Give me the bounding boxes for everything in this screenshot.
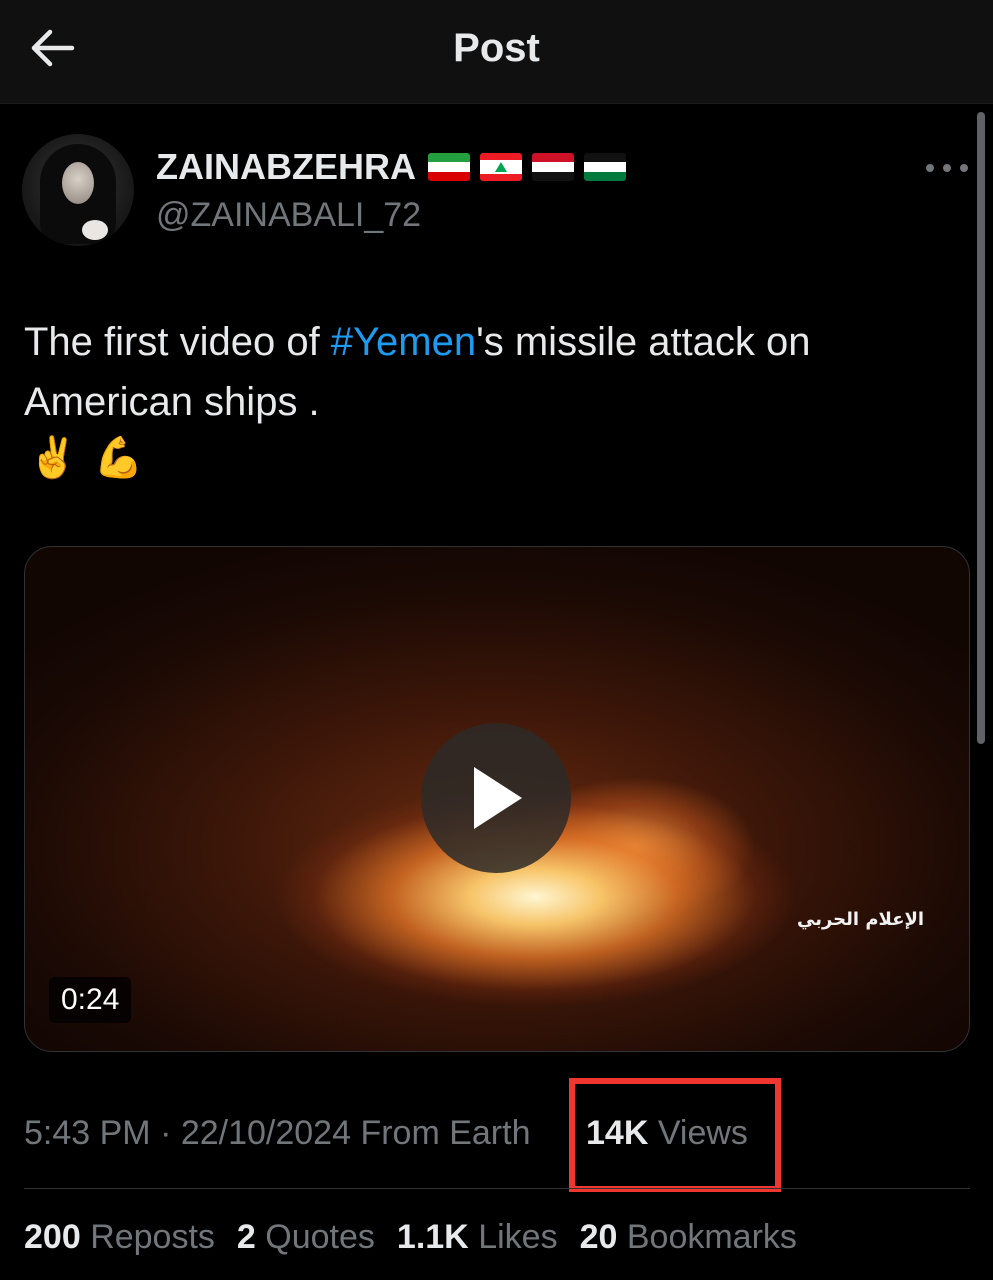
- page-title: Post: [453, 26, 540, 70]
- post-timestamp[interactable]: 5:43 PM · 22/10/2024 From Earth: [24, 1114, 530, 1153]
- more-dots-icon: [926, 164, 934, 172]
- engagement-stats: 200 Reposts 2 Quotes 1.1K Likes 20 Bookm…: [24, 1218, 797, 1257]
- video-player[interactable]: الإعلام الحربي 0:24: [24, 546, 970, 1052]
- highlight-annotation-box: [569, 1078, 781, 1192]
- post-emojis: ✌️ 💪: [28, 428, 144, 488]
- scrollbar[interactable]: [977, 112, 985, 744]
- palestine-flag-icon: [583, 153, 626, 181]
- author-name-text: ZAINABZEHRA: [156, 146, 416, 187]
- hashtag-link[interactable]: #Yemen: [331, 320, 476, 364]
- video-duration: 0:24: [49, 977, 132, 1023]
- reposts-stat[interactable]: 200 Reposts: [24, 1218, 215, 1257]
- yemen-flag-icon: [531, 153, 574, 181]
- video-watermark: الإعلام الحربي: [797, 909, 925, 930]
- author-handle[interactable]: @ZAINABALI_72: [156, 196, 421, 235]
- author-display-name[interactable]: ZAINABZEHRA: [156, 146, 626, 188]
- quotes-stat[interactable]: 2 Quotes: [237, 1218, 375, 1257]
- avatar[interactable]: [22, 134, 134, 246]
- post-text: The first video of #Yemen's missile atta…: [24, 320, 811, 424]
- flexed-biceps-emoji: 💪: [93, 436, 144, 480]
- play-button[interactable]: [421, 723, 571, 873]
- top-bar: Post: [0, 0, 993, 104]
- flag-emojis: [427, 153, 626, 181]
- victory-hand-emoji: ✌️: [28, 436, 78, 480]
- likes-stat[interactable]: 1.1K Likes: [397, 1218, 558, 1257]
- lebanon-flag-icon: [479, 153, 522, 181]
- divider: [24, 1188, 970, 1189]
- iran-flag-icon: [427, 153, 470, 181]
- bookmarks-stat[interactable]: 20 Bookmarks: [580, 1218, 797, 1257]
- more-options-button[interactable]: [926, 156, 968, 180]
- play-icon: [474, 767, 522, 829]
